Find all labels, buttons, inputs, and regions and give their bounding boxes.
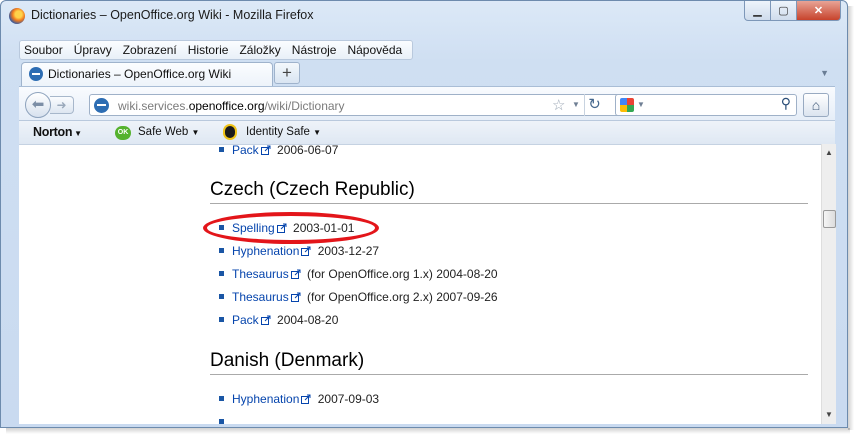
identity-safe-menu[interactable]: Identity Safe ▼	[246, 126, 321, 138]
dictionary-link[interactable]: Pack	[232, 313, 259, 327]
safe-web-menu[interactable]: Safe Web ▼	[138, 126, 199, 138]
identity-safe-icon	[223, 124, 237, 140]
item-text: 2003-12-27	[314, 244, 380, 258]
menu-upravy[interactable]: Úpravy	[74, 43, 112, 57]
forward-button[interactable]: ➜	[50, 96, 74, 114]
norton-toolbar: Norton ▼ OK Safe Web ▼ Identity Safe ▼	[19, 120, 835, 144]
external-link-icon	[290, 269, 301, 279]
item-text: (for OpenOffice.org 1.x) 2004-08-20	[303, 267, 498, 281]
minimize-button[interactable]: ▁	[744, 1, 771, 21]
dictionary-link[interactable]: Pack	[232, 145, 259, 157]
external-link-icon	[301, 394, 311, 404]
tab-dictionaries[interactable]: Dictionaries – OpenOffice.org Wiki	[21, 62, 273, 86]
title-bar: Dictionaries – OpenOffice.org Wiki - Moz…	[1, 1, 847, 31]
list-item: Pack 2004-08-20	[219, 313, 338, 327]
reload-icon[interactable]: ↻	[584, 94, 604, 116]
back-button[interactable]: ⬅	[25, 92, 51, 118]
url-bar[interactable]: wiki.services.openoffice.org/wiki/Dictio…	[89, 94, 625, 116]
external-link-icon	[260, 145, 271, 155]
item-text: 2007-09-03	[314, 392, 380, 406]
bullet-icon	[219, 147, 224, 152]
item-text: 2004-08-20	[273, 313, 339, 327]
section-heading: Danish (Denmark)	[210, 350, 808, 375]
window-shadow	[848, 6, 854, 430]
navigation-toolbar: ➜ ⬅ wiki.services.openoffice.org/wiki/Di…	[19, 86, 835, 120]
bullet-icon	[219, 317, 224, 322]
scrollbar-thumb[interactable]	[823, 210, 836, 228]
menu-bar: Soubor Úpravy Zobrazení Historie Záložky…	[19, 40, 413, 60]
tab-strip: Dictionaries – OpenOffice.org Wiki + ▼	[19, 62, 835, 86]
back-forward-group: ➜ ⬅	[25, 92, 83, 118]
red-highlight-ellipse	[203, 212, 379, 244]
bullet-icon	[219, 396, 224, 401]
menu-zobrazeni[interactable]: Zobrazení	[123, 43, 177, 57]
external-link-icon	[260, 315, 271, 325]
firefox-icon	[9, 8, 25, 24]
menu-soubor[interactable]: Soubor	[24, 43, 63, 57]
dictionary-link[interactable]: Thesaurus	[232, 290, 289, 304]
window-shadow	[6, 428, 850, 434]
list-item-partial	[219, 415, 232, 424]
home-button[interactable]: ⌂	[803, 93, 829, 117]
tab-list-chevron-icon[interactable]: ▼	[820, 68, 829, 78]
item-text: 2006-06-07	[273, 144, 339, 157]
site-favicon-icon	[29, 67, 43, 81]
menu-zalozky[interactable]: Záložky	[239, 43, 280, 57]
search-icon[interactable]: ⚲	[781, 95, 791, 112]
page-content: Pack 2006-06-07 Czech (Czech Republic) S…	[19, 144, 821, 424]
menu-napoveda[interactable]: Nápověda	[347, 43, 402, 57]
safe-web-ok-icon: OK	[115, 126, 131, 140]
bookmark-star-icon[interactable]: ☆	[552, 96, 565, 114]
url-history-dropdown-icon[interactable]: ▼	[572, 100, 580, 109]
list-item: Thesaurus (for OpenOffice.org 1.x) 2004-…	[219, 267, 498, 281]
new-tab-button[interactable]: +	[274, 62, 300, 84]
external-link-icon	[290, 292, 301, 302]
window-title: Dictionaries – OpenOffice.org Wiki - Moz…	[31, 8, 314, 22]
external-link-icon	[301, 246, 311, 256]
scroll-down-arrow-icon[interactable]: ▼	[822, 408, 836, 422]
tab-label: Dictionaries – OpenOffice.org Wiki	[48, 67, 232, 81]
engine-dropdown-icon[interactable]: ▼	[637, 100, 645, 109]
vertical-scrollbar[interactable]: ▲ ▼	[821, 144, 836, 424]
bullet-icon	[219, 419, 224, 424]
list-item: Thesaurus (for OpenOffice.org 2.x) 2007-…	[219, 290, 498, 304]
menu-historie[interactable]: Historie	[188, 43, 229, 57]
norton-menu[interactable]: Norton ▼	[33, 125, 82, 139]
scroll-up-arrow-icon[interactable]: ▲	[822, 146, 836, 160]
list-item: Hyphenation 2003-12-27	[219, 244, 379, 258]
dictionary-link[interactable]: Hyphenation	[232, 392, 299, 406]
menu-nastroje[interactable]: Nástroje	[292, 43, 337, 57]
search-bar[interactable]: ▼ ⚲	[615, 94, 797, 116]
browser-window: Dictionaries – OpenOffice.org Wiki - Moz…	[0, 0, 848, 428]
bullet-icon	[219, 271, 224, 276]
item-text: (for OpenOffice.org 2.x) 2007-09-26	[303, 290, 498, 304]
bullet-icon	[219, 248, 224, 253]
url-text[interactable]: wiki.services.openoffice.org/wiki/Dictio…	[118, 99, 345, 113]
list-item: Pack 2006-06-07	[219, 144, 339, 157]
dictionary-link[interactable]: Thesaurus	[232, 267, 289, 281]
section-heading: Czech (Czech Republic)	[210, 179, 808, 204]
list-item: Hyphenation 2007-09-03	[219, 392, 379, 406]
maximize-button[interactable]: ▢	[771, 1, 797, 21]
site-identity-icon[interactable]	[94, 98, 109, 113]
close-button[interactable]: ✕	[797, 1, 841, 21]
bullet-icon	[219, 294, 224, 299]
window-controls: ▁ ▢ ✕	[744, 1, 841, 21]
dictionary-link[interactable]: Hyphenation	[232, 244, 299, 258]
google-engine-icon[interactable]	[620, 98, 634, 112]
